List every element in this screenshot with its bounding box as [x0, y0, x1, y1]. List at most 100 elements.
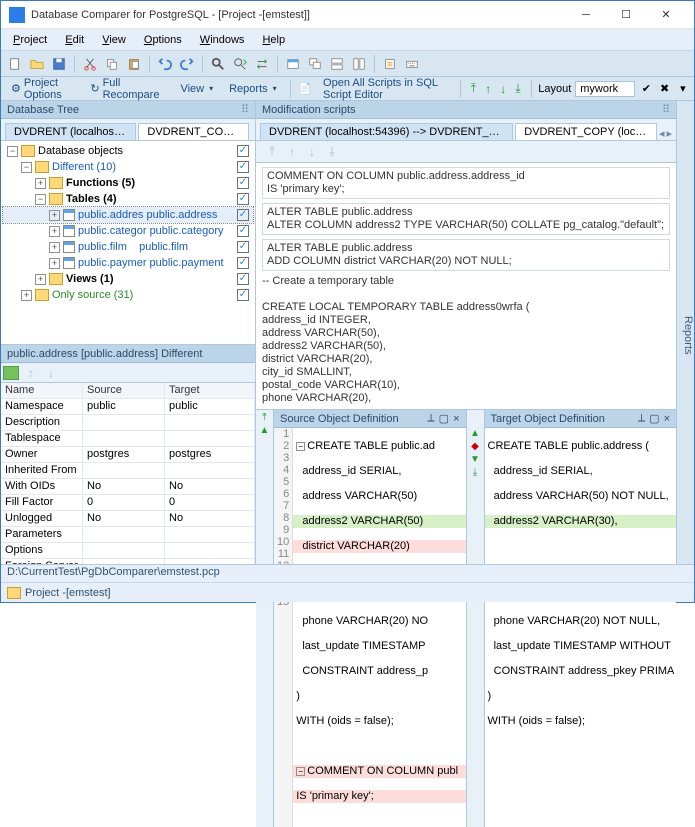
close-button[interactable]: ✕ [646, 4, 686, 26]
view-dropdown[interactable]: View [174, 81, 219, 97]
mod-prev-icon[interactable]: ↑ [284, 144, 300, 160]
secondary-toolbar: ⚙ Project Options ↻ Full Recompare View … [1, 77, 694, 101]
last-diff-icon[interactable]: ⤓ [513, 81, 524, 97]
tab-dvdrent[interactable]: DVDRENT (localhost:54396) [5, 123, 136, 140]
find-icon[interactable] [208, 54, 228, 74]
undo-icon[interactable] [155, 54, 175, 74]
prev-diff-icon[interactable]: ↑ [483, 81, 494, 97]
layout-label: Layout [538, 83, 571, 95]
prop-row[interactable]: With OIDsNoNo [1, 479, 255, 495]
reports-side-tab[interactable]: Reports [676, 101, 694, 564]
mod-next-icon[interactable]: ↓ [304, 144, 320, 160]
keyboard-icon[interactable] [402, 54, 422, 74]
source-code[interactable]: 123456789101112131415 −CREATE TABLE publ… [274, 428, 466, 827]
maximize-button[interactable]: ☐ [606, 4, 646, 26]
tree-table-payment[interactable]: +public.paymer public.payment✓ [3, 255, 253, 271]
prop-row[interactable]: UnloggedNoNo [1, 511, 255, 527]
jump-down-icon[interactable]: ▼ [470, 454, 480, 465]
script-icon[interactable]: 📄 [297, 79, 313, 99]
redo-icon[interactable] [177, 54, 197, 74]
full-recompare-button[interactable]: ↻ Full Recompare [84, 75, 170, 103]
menu-project[interactable]: Project [5, 32, 55, 48]
mod-tab-copy[interactable]: DVDRENT_COPY (localhost:54396) [515, 123, 657, 140]
menu-options[interactable]: Options [136, 32, 190, 48]
close-pane-icon[interactable]: × [664, 413, 670, 425]
tile-v-icon[interactable] [349, 54, 369, 74]
menu-windows[interactable]: Windows [192, 32, 253, 48]
pin-icon[interactable]: ⟂ [638, 412, 645, 425]
tab-prev-icon[interactable]: ◂ [659, 127, 665, 140]
tgt-def-header: Target Object Definition⟂ ▢ × [485, 410, 677, 428]
max-icon[interactable]: ▢ [439, 412, 449, 425]
prop-row[interactable]: Fill Factor00 [1, 495, 255, 511]
sync-icon[interactable] [3, 366, 19, 380]
tree-tables[interactable]: −Tables (4)✓ [3, 191, 253, 207]
mod-scripts-header: Modification scripts⠿ [256, 101, 676, 119]
menu-edit[interactable]: Edit [57, 32, 92, 48]
tree-root[interactable]: −Database objects✓ [3, 143, 253, 159]
tree-functions[interactable]: +Functions (5)✓ [3, 175, 253, 191]
cut-icon[interactable] [80, 54, 100, 74]
menu-view[interactable]: View [94, 32, 134, 48]
tree-table-film[interactable]: +public.film public.film✓ [3, 239, 253, 255]
layout-del-icon[interactable]: ✖ [658, 79, 672, 99]
props-prev-icon[interactable]: ↑ [23, 365, 39, 381]
props-next-icon[interactable]: ↓ [43, 365, 59, 381]
tab-dvdrent-copy[interactable]: DVDRENT_COPY (lo... [138, 123, 249, 140]
src-def-header: Source Object Definition⟂ ▢ × [274, 410, 466, 428]
open-all-scripts-button[interactable]: Open All Scripts in SQL Script Editor [317, 75, 453, 103]
prop-row[interactable]: Namespacepublicpublic [1, 399, 255, 415]
database-tree[interactable]: −Database objects✓ −Different (10)✓ +Fun… [1, 141, 255, 345]
prop-row[interactable]: Parameters [1, 527, 255, 543]
project-options-button[interactable]: ⚙ Project Options [5, 75, 80, 103]
reports-dropdown[interactable]: Reports [223, 81, 283, 97]
tree-different[interactable]: −Different (10)✓ [3, 159, 253, 175]
tree-only-source[interactable]: +Only source (31)✓ [3, 287, 253, 303]
paste-icon[interactable] [124, 54, 144, 74]
save-icon[interactable] [49, 54, 69, 74]
mod-first-icon[interactable]: ⤒ [264, 144, 280, 160]
prop-row[interactable]: Options [1, 543, 255, 559]
copy-icon[interactable] [102, 54, 122, 74]
jump-first-icon[interactable]: ⤒ [262, 412, 266, 423]
pin-icon[interactable]: ⟂ [427, 412, 434, 425]
tree-table-category[interactable]: +public.categor public.category✓ [3, 223, 253, 239]
modification-script[interactable]: COMMENT ON COLUMN public.address.address… [256, 163, 676, 409]
layout-input[interactable]: mywork [575, 81, 635, 97]
properties-grid[interactable]: NameSourceTarget Namespacepublicpublic D… [1, 383, 255, 564]
first-diff-icon[interactable]: ⤒ [468, 81, 479, 97]
tree-views[interactable]: +Views (1)✓ [3, 271, 253, 287]
props-toolbar: ↑ ↓ [1, 363, 255, 383]
title-bar: Database Comparer for PostgreSQL - [Proj… [1, 1, 694, 29]
open-icon[interactable] [27, 54, 47, 74]
target-code[interactable]: CREATE TABLE public.address ( address_id… [485, 428, 677, 827]
menu-help[interactable]: Help [254, 32, 293, 48]
db-tree-tabs: DVDRENT (localhost:54396) DVDRENT_COPY (… [1, 119, 255, 141]
max-icon[interactable]: ▢ [649, 412, 659, 425]
project-icon [7, 587, 21, 599]
jump-up-icon[interactable]: ▲ [260, 425, 270, 436]
tree-table-address[interactable]: +public.addres public.address✓ [3, 207, 253, 223]
window-icon[interactable] [283, 54, 303, 74]
layout-menu-icon[interactable]: ▾ [676, 79, 690, 99]
minimize-button[interactable]: ─ [566, 4, 606, 26]
options-icon[interactable] [380, 54, 400, 74]
tab-next-icon[interactable]: ▸ [666, 127, 672, 140]
close-pane-icon[interactable]: × [453, 413, 459, 425]
prop-row[interactable]: Description [1, 415, 255, 431]
jump-last-icon[interactable]: ⤓ [473, 467, 477, 478]
prop-row[interactable]: Ownerpostgrespostgres [1, 447, 255, 463]
new-project-icon[interactable] [5, 54, 25, 74]
tile-h-icon[interactable] [327, 54, 347, 74]
mod-tab-fwd[interactable]: DVDRENT (localhost:54396) --> DVDRENT_CO… [260, 123, 513, 140]
status-bar-project: Project -[emstest] [1, 582, 694, 602]
prop-row[interactable]: Inherited From [1, 463, 255, 479]
mod-last-icon[interactable]: ⤓ [324, 144, 340, 160]
cascade-icon[interactable] [305, 54, 325, 74]
jump-up2-icon[interactable]: ▲ [470, 428, 480, 439]
next-diff-icon[interactable]: ↓ [498, 81, 509, 97]
find-next-icon[interactable] [230, 54, 250, 74]
replace-icon[interactable] [252, 54, 272, 74]
layout-save-icon[interactable]: ✔ [639, 79, 653, 99]
prop-row[interactable]: Tablespace [1, 431, 255, 447]
